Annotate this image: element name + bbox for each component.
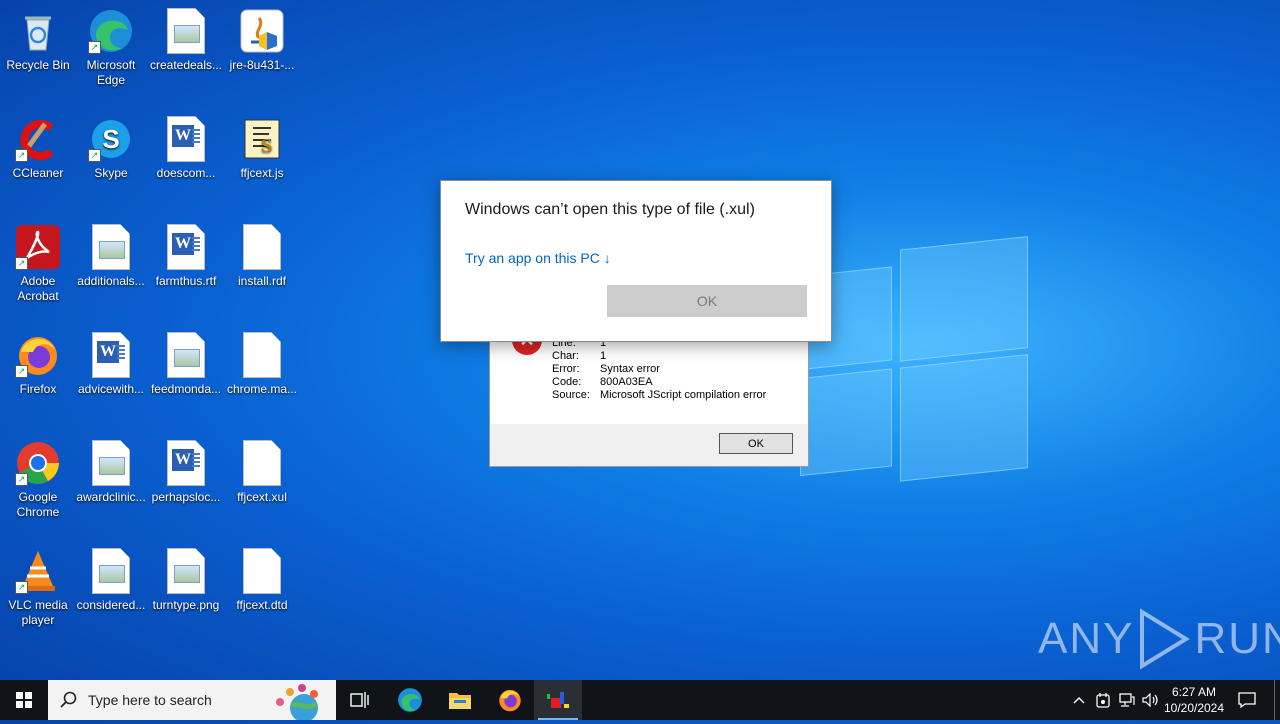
word-doc-icon: W — [163, 116, 209, 162]
open-with-dialog: Windows can’t open this type of file (.x… — [440, 180, 832, 342]
taskbar-script-host-button[interactable] — [534, 680, 582, 720]
desktop-icon-install-rdf[interactable]: install.rdf — [224, 224, 300, 289]
firefox-icon — [499, 689, 521, 712]
try-app-link[interactable]: Try an app on this PC ↓ — [465, 250, 611, 266]
task-view-button[interactable] — [336, 680, 384, 720]
error-row-char: Char: 1 — [552, 350, 607, 362]
windows-start-icon — [16, 692, 32, 708]
desktop-icon-ffjcext-xul[interactable]: ffjcext.xul — [224, 440, 300, 505]
ccleaner-icon: ↗ — [15, 116, 61, 162]
error-row-source: Source: Microsoft JScript compilation err… — [552, 389, 767, 401]
skype-icon: S ↗ — [88, 116, 134, 162]
script-error-dialog: ✕ Line:1 Char:1 Error:Syntax error Code:… — [489, 320, 809, 467]
image-file-icon — [88, 440, 134, 486]
error-row-code: Code: 800A03EA — [552, 376, 653, 388]
search-highlight-icon — [276, 684, 318, 720]
taskbar-edge-button[interactable] — [386, 680, 434, 720]
tray-app-button[interactable] — [1092, 680, 1114, 720]
image-file-icon — [88, 224, 134, 270]
desktop-icon-doescom[interactable]: W doescom... — [148, 116, 224, 181]
start-button[interactable] — [0, 680, 48, 720]
task-view-icon — [350, 692, 369, 708]
desktop-icon-turntype[interactable]: turntype.png — [148, 548, 224, 613]
notification-icon — [1238, 692, 1256, 708]
desktop-icon-farmthus[interactable]: W farmthus.rtf — [148, 224, 224, 289]
search-placeholder: Type here to search — [88, 692, 212, 708]
windows-logo-wallpaper — [800, 228, 1030, 492]
image-file-icon — [163, 332, 209, 378]
network-icon — [1119, 693, 1135, 707]
volume-button[interactable] — [1140, 680, 1162, 720]
desktop-icon-ccleaner[interactable]: ↗ CCleaner — [0, 116, 76, 181]
speaker-icon — [1142, 693, 1158, 707]
tray-app-icon — [1096, 693, 1110, 708]
open-with-ok-button[interactable]: OK — [607, 285, 807, 317]
desktop-icon-skype[interactable]: S ↗ Skype — [73, 116, 149, 181]
action-center-button[interactable] — [1232, 680, 1262, 720]
play-logo-icon — [1140, 608, 1191, 670]
file-explorer-icon — [449, 693, 471, 709]
desktop-icon-perhapsloc[interactable]: W perhapsloc... — [148, 440, 224, 505]
error-row-error: Error: Syntax error — [552, 363, 660, 375]
svg-text:S: S — [261, 135, 272, 157]
taskbar-clock[interactable]: 6:27 AM 10/20/2024 — [1160, 684, 1228, 716]
desktop-icon-createdeals[interactable]: createdeals... — [148, 8, 224, 73]
network-button[interactable] — [1116, 680, 1138, 720]
taskbar-file-explorer-button[interactable] — [436, 680, 484, 720]
image-file-icon — [163, 548, 209, 594]
clock-time: 6:27 AM — [1171, 685, 1217, 699]
desktop-icon-advicewith[interactable]: W advicewith... — [73, 332, 149, 397]
word-doc-icon: W — [163, 440, 209, 486]
dialog-footer: OK — [490, 424, 808, 466]
clock-date: 10/20/2024 — [1163, 701, 1225, 715]
taskbar: Type here to search 6:27 AM 10/20/2024 — [0, 680, 1280, 720]
dialog-title: Windows can’t open this type of file (.x… — [465, 201, 755, 218]
firefox-icon: ↗ — [15, 332, 61, 378]
blank-file-icon — [239, 224, 285, 270]
blank-file-icon — [239, 440, 285, 486]
search-icon — [60, 691, 77, 708]
desktop-icon-chrome-ma[interactable]: chrome.ma... — [224, 332, 300, 397]
word-doc-icon: W — [88, 332, 134, 378]
edge-icon — [398, 688, 422, 712]
desktop-icon-recycle-bin[interactable]: Recycle Bin — [0, 8, 76, 73]
desktop-icon-vlc[interactable]: ↗ VLC media player — [0, 548, 76, 628]
chrome-icon: ↗ — [15, 440, 61, 486]
script-host-icon — [547, 692, 569, 708]
desktop-icon-ffjcext-js[interactable]: S ffjcext.js — [224, 116, 300, 181]
recycle-bin-icon — [15, 8, 61, 54]
show-desktop-button[interactable] — [1274, 680, 1275, 720]
svg-text:S: S — [102, 124, 119, 154]
desktop-icon-additionals[interactable]: additionals... — [73, 224, 149, 289]
desktop-icon-ffjcext-dtd[interactable]: ffjcext.dtd — [224, 548, 300, 613]
script-error-ok-button[interactable]: OK — [719, 433, 793, 454]
desktop-icon-jre-installer[interactable]: jre-8u431-... — [224, 8, 300, 73]
desktop-icon-considered[interactable]: considered... — [73, 548, 149, 613]
taskbar-search-box[interactable]: Type here to search — [48, 680, 336, 720]
vlc-icon: ↗ — [15, 548, 61, 594]
edge-icon: ↗ — [88, 8, 134, 54]
chevron-up-icon — [1073, 697, 1085, 704]
image-file-icon — [88, 548, 134, 594]
image-file-icon — [163, 8, 209, 54]
blank-file-icon — [239, 332, 285, 378]
show-hidden-icons-button[interactable] — [1068, 680, 1090, 720]
word-doc-icon: W — [163, 224, 209, 270]
anyrun-watermark: ANY RUN — [1038, 608, 1280, 670]
desktop-icon-firefox[interactable]: ↗ Firefox — [0, 332, 76, 397]
acrobat-icon: ↗ — [15, 224, 61, 270]
java-installer-icon — [239, 8, 285, 54]
desktop-icon-google-chrome[interactable]: ↗ Google Chrome — [0, 440, 76, 520]
desktop-icon-edge[interactable]: ↗ Microsoft Edge — [73, 8, 149, 88]
script-file-icon: S — [239, 116, 285, 162]
desktop-icon-feedmonda[interactable]: feedmonda... — [148, 332, 224, 397]
taskbar-firefox-button[interactable] — [486, 680, 534, 720]
desktop-icon-awardclinic[interactable]: awardclinic... — [73, 440, 149, 505]
desktop-icon-adobe-acrobat[interactable]: ↗ Adobe Acrobat — [0, 224, 76, 304]
blank-file-icon — [239, 548, 285, 594]
